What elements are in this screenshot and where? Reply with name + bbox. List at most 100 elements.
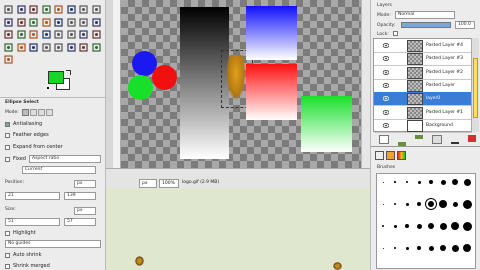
opacity-slider[interactable] [401, 22, 451, 28]
color-picker-icon[interactable] [3, 17, 14, 28]
brush-preset[interactable] [462, 199, 472, 209]
brush-preset[interactable] [382, 203, 384, 205]
opacity-input[interactable]: 100.0 [455, 21, 475, 29]
ink-icon[interactable] [28, 42, 39, 53]
default-colors-icon[interactable] [46, 86, 50, 90]
layer-row[interactable]: Background [374, 119, 472, 133]
mode-replace-button[interactable] [22, 109, 29, 116]
brush-preset[interactable] [463, 244, 471, 252]
brush-preset[interactable] [439, 200, 447, 208]
brush-preset[interactable] [417, 202, 421, 206]
brush-preset[interactable] [429, 180, 433, 184]
tab-gradients[interactable] [397, 151, 406, 160]
feather-checkbox[interactable] [5, 132, 10, 138]
swap-colors-icon[interactable] [66, 70, 71, 75]
blur-icon[interactable] [78, 42, 89, 53]
tab-patterns[interactable] [386, 151, 395, 160]
layer-name[interactable]: layer0 [426, 96, 440, 101]
heal-icon[interactable] [53, 42, 64, 53]
blend-icon[interactable] [66, 29, 77, 40]
layer-row[interactable]: Pasted Layer [374, 79, 472, 93]
brush-preset[interactable] [382, 247, 384, 249]
paintbrush-icon[interactable] [91, 29, 102, 40]
layer-name[interactable]: Background [426, 123, 453, 128]
layer-row[interactable]: layer0 [374, 92, 472, 107]
layer-name[interactable]: Pasted Layer #1 [426, 110, 463, 115]
eraser-icon[interactable] [3, 42, 14, 53]
mode-add-button[interactable] [30, 109, 37, 116]
bucket-fill-icon[interactable] [53, 29, 64, 40]
brush-preset[interactable] [451, 244, 459, 252]
image-canvas[interactable] [121, 0, 361, 168]
foreground-select-icon[interactable] [78, 4, 89, 15]
brush-grid[interactable] [376, 173, 476, 269]
ellipse-select-icon[interactable] [16, 4, 27, 15]
brush-preset[interactable] [416, 223, 422, 229]
crop-icon[interactable] [66, 17, 77, 28]
brush-preset[interactable] [425, 198, 437, 210]
rotate-icon[interactable] [78, 17, 89, 28]
feather-option[interactable]: Feather edges [5, 131, 49, 139]
eye-icon[interactable] [382, 96, 390, 102]
rect-select-icon[interactable] [3, 4, 14, 15]
mode-intersect-button[interactable] [46, 109, 53, 116]
unit-dropdown[interactable]: px [139, 179, 157, 188]
brush-preset[interactable] [382, 225, 384, 227]
highlight-option[interactable]: Highlight [5, 229, 36, 237]
auto-shrink-option[interactable]: Auto shrink [5, 251, 41, 259]
pencil-icon[interactable] [78, 29, 89, 40]
perspective-clone-icon[interactable] [66, 42, 77, 53]
position-x-input[interactable]: 21 [5, 192, 60, 200]
mode-subtract-button[interactable] [38, 109, 45, 116]
zoom-icon[interactable] [16, 17, 27, 28]
smudge-icon[interactable] [91, 42, 102, 53]
measure-icon[interactable] [28, 17, 39, 28]
fixed-checkbox[interactable] [5, 156, 10, 162]
brush-preset[interactable] [452, 179, 458, 185]
eye-icon[interactable] [382, 122, 390, 128]
brush-preset[interactable] [462, 221, 472, 231]
size-width-input[interactable]: 51 [5, 218, 60, 226]
selection-mode-buttons[interactable] [22, 109, 62, 116]
delete-layer-icon[interactable] [468, 135, 476, 142]
select-by-color-icon[interactable] [53, 4, 64, 15]
size-unit-dropdown[interactable]: px [74, 207, 96, 215]
brush-preset[interactable] [393, 224, 397, 228]
scale-icon[interactable] [91, 17, 102, 28]
vertical-ruler[interactable] [113, 0, 121, 168]
layer-name[interactable]: Pasted Layer #4 [426, 43, 463, 48]
position-unit-dropdown[interactable]: px [74, 180, 96, 188]
zoom-dropdown[interactable]: 100% [159, 179, 179, 188]
antialiasing-option[interactable]: Antialiasing [5, 120, 42, 128]
lock-pixels-checkbox[interactable] [393, 31, 398, 36]
anchor-layer-icon[interactable] [451, 135, 459, 144]
size-height-input[interactable]: 57 [64, 218, 96, 226]
dodge-burn-icon[interactable] [3, 54, 14, 65]
raise-layer-icon[interactable] [398, 135, 406, 146]
shrink-merged-checkbox[interactable] [5, 263, 10, 269]
layer-row[interactable]: Pasted Layer #3 [374, 52, 472, 67]
brush-preset[interactable] [394, 203, 396, 205]
layer-name[interactable]: Pasted Layer #3 [426, 56, 463, 61]
auto-shrink-checkbox[interactable] [5, 252, 10, 258]
foreground-color-swatch[interactable] [48, 71, 64, 84]
layers-scrollbar[interactable] [471, 38, 479, 132]
brush-preset[interactable] [405, 246, 409, 250]
eye-icon[interactable] [382, 69, 390, 75]
layer-row[interactable]: Pasted Layer #2 [374, 66, 472, 80]
move-icon[interactable] [41, 17, 52, 28]
eye-icon[interactable] [382, 43, 390, 48]
free-select-icon[interactable] [28, 4, 39, 15]
perspective-icon[interactable] [16, 29, 27, 40]
layer-mode-dropdown[interactable]: Normal [395, 11, 455, 19]
layer-row[interactable]: Pasted Layer #1 [374, 106, 472, 120]
brush-preset[interactable] [417, 246, 421, 250]
tab-brushes[interactable] [375, 151, 384, 160]
duplicate-layer-icon[interactable] [432, 135, 442, 144]
brush-preset[interactable] [451, 222, 459, 230]
brush-preset[interactable] [417, 180, 421, 184]
vertical-scrollbar[interactable] [361, 0, 370, 168]
brush-preset[interactable] [428, 245, 434, 251]
brush-preset[interactable] [463, 178, 471, 186]
eye-icon[interactable] [382, 109, 390, 115]
